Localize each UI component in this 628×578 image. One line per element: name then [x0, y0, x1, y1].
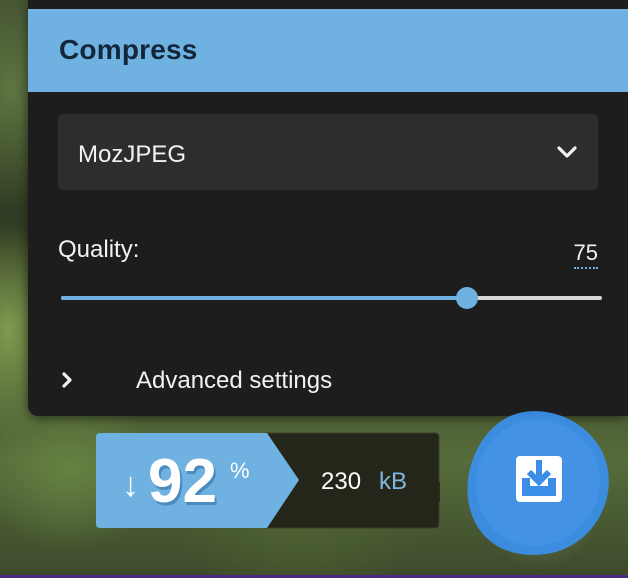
quality-slider-fill — [61, 296, 467, 300]
download-button[interactable] — [462, 410, 612, 558]
chevron-right-icon — [62, 372, 72, 388]
quality-slider[interactable] — [61, 286, 602, 310]
quality-label: Quality: — [58, 236, 140, 263]
download-icon — [516, 456, 562, 502]
panel-title: Compress — [59, 34, 198, 65]
encoder-select[interactable]: MozJPEG — [58, 114, 598, 190]
file-size-unit: kB — [379, 468, 408, 495]
quality-slider-thumb[interactable] — [455, 287, 478, 309]
advanced-settings-label: Advanced settings — [136, 367, 333, 394]
compress-panel: Compress MozJPEG Quality: 75 Advanced se… — [28, 0, 628, 416]
encoder-select-value: MozJPEG — [78, 141, 187, 168]
panel-top-edge — [28, 0, 628, 9]
reduction-percent: 92 — [148, 447, 217, 516]
percent-sign: % — [230, 458, 250, 483]
chevron-down-icon — [557, 146, 577, 158]
results-summary: ↓ 92 % 230 kB — [95, 432, 440, 529]
panel-header: Compress — [28, 9, 628, 92]
file-size-value: 230 — [321, 468, 362, 495]
quality-value-input[interactable]: 75 — [573, 240, 598, 269]
advanced-settings-toggle[interactable]: Advanced settings — [58, 364, 358, 396]
reduction-arrow-icon: ↓ — [122, 466, 139, 504]
